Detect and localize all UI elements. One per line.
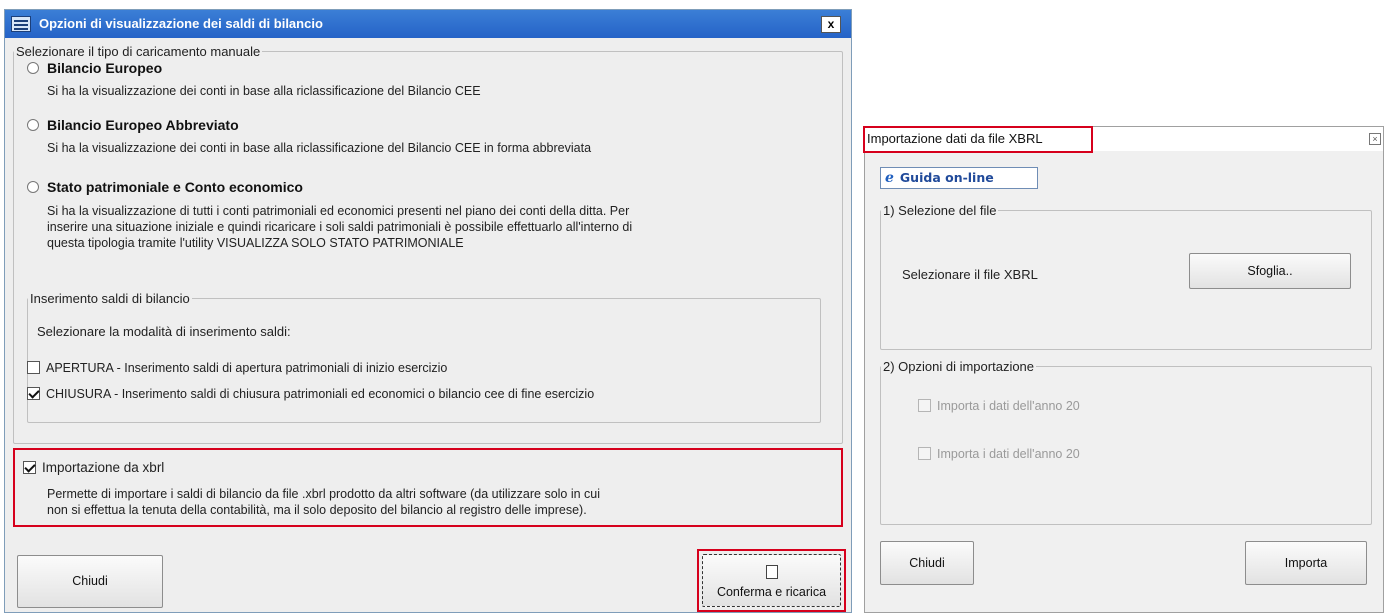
import-year-label: Importa i dati dell'anno 20 [937, 399, 1080, 413]
close-button[interactable]: Chiudi [880, 541, 974, 585]
saldi-group-label: Inserimento saldi di bilancio [30, 291, 190, 306]
option-description: Si ha la visualizzazione dei conti in ba… [47, 84, 481, 98]
desc-line: Permette di importare i saldi di bilanci… [47, 487, 601, 501]
import-button[interactable]: Importa [1245, 541, 1367, 585]
radio-label: Stato patrimoniale e Conto economico [47, 179, 303, 195]
browse-button-label: Sfoglia.. [1247, 264, 1293, 278]
chiusura-checkbox[interactable] [27, 387, 40, 400]
import-button-label: Importa [1284, 556, 1328, 570]
import-year-option[interactable]: Importa i dati dell'anno 20 [918, 399, 1080, 413]
option-description: Si ha la visualizzazione dei conti in ba… [47, 141, 592, 155]
xbrl-import-dialog: Importazione dati da file XBRL × e Guida … [863, 126, 1384, 613]
dialog-title: Opzioni di visualizzazione dei saldi di … [39, 16, 323, 31]
close-icon[interactable]: × [1369, 133, 1381, 145]
printer-icon [765, 565, 778, 579]
desc-line: Si ha la visualizzazione di tutti i cont… [47, 204, 630, 218]
desc-line: questa tipologia tramite l'utility VISUA… [47, 236, 464, 250]
close-button[interactable]: Chiudi [17, 555, 163, 608]
saldi-group: Inserimento saldi di bilancio [27, 291, 821, 423]
radio-label: Bilancio Europeo [47, 60, 163, 76]
title-highlight-box [863, 126, 1093, 153]
display-options-dialog: Opzioni di visualizzazione dei saldi di … [4, 9, 852, 613]
load-type-group-label: Selezionare il tipo di caricamento manua… [16, 44, 261, 59]
xbrl-checkbox-row[interactable]: Importazione da xbrl [23, 460, 164, 475]
radio-circle-icon[interactable] [27, 62, 39, 74]
help-online-button[interactable]: e Guida on-line [880, 167, 1038, 189]
chiusura-label: CHIUSURA - Inserimento saldi di chiusura… [46, 387, 595, 401]
xbrl-checkbox[interactable] [23, 461, 36, 474]
file-prompt: Selezionare il file XBRL [902, 267, 1038, 282]
xbrl-label: Importazione da xbrl [42, 460, 165, 475]
dialog-title-bar: Opzioni di visualizzazione dei saldi di … [5, 10, 851, 38]
import-year-label: Importa i dati dell'anno 20 [937, 447, 1080, 461]
close-dialog-button[interactable]: x [821, 16, 841, 33]
radio-stato-patrimoniale[interactable]: Stato patrimoniale e Conto economico [27, 179, 303, 195]
chiusura-checkbox-row[interactable]: CHIUSURA - Inserimento saldi di chiusura… [27, 387, 594, 401]
import-year-checkbox[interactable] [918, 447, 931, 460]
apertura-checkbox[interactable] [27, 361, 40, 374]
xbrl-description: Permette di importare i saldi di bilanci… [47, 486, 600, 518]
browser-e-icon: e [885, 170, 894, 186]
radio-label: Bilancio Europeo Abbreviato [47, 117, 239, 133]
apertura-label: APERTURA - Inserimento saldi di apertura… [46, 361, 448, 375]
confirm-reload-button[interactable]: Conferma e ricarica [702, 554, 841, 607]
confirm-button-label: Conferma e ricarica [716, 585, 827, 599]
help-button-label: Guida on-line [899, 170, 994, 185]
browse-button[interactable]: Sfoglia.. [1189, 253, 1351, 289]
import-group-label: 2) Opzioni di importazione [883, 359, 1035, 374]
radio-bilancio-europeo-abbreviato[interactable]: Bilancio Europeo Abbreviato [27, 117, 239, 133]
import-year-checkbox[interactable] [918, 399, 931, 412]
desc-line: non si effettua la tenuta della contabil… [47, 503, 587, 517]
option-description: Si ha la visualizzazione di tutti i cont… [47, 203, 632, 251]
import-options-group: 2) Opzioni di importazione [880, 359, 1372, 525]
radio-circle-icon[interactable] [27, 181, 39, 193]
saldi-prompt: Selezionare la modalità di inserimento s… [37, 324, 291, 339]
close-button-label: Chiudi [909, 556, 945, 570]
close-button-label: Chiudi [72, 574, 108, 588]
app-window-icon [11, 16, 31, 32]
apertura-checkbox-row[interactable]: APERTURA - Inserimento saldi di apertura… [27, 361, 447, 375]
import-year-option[interactable]: Importa i dati dell'anno 20 [918, 447, 1080, 461]
radio-circle-icon[interactable] [27, 119, 39, 131]
file-group-label: 1) Selezione del file [883, 203, 997, 218]
radio-bilancio-europeo[interactable]: Bilancio Europeo [27, 60, 162, 76]
desc-line: inserire una situazione iniziale e quind… [47, 220, 633, 234]
